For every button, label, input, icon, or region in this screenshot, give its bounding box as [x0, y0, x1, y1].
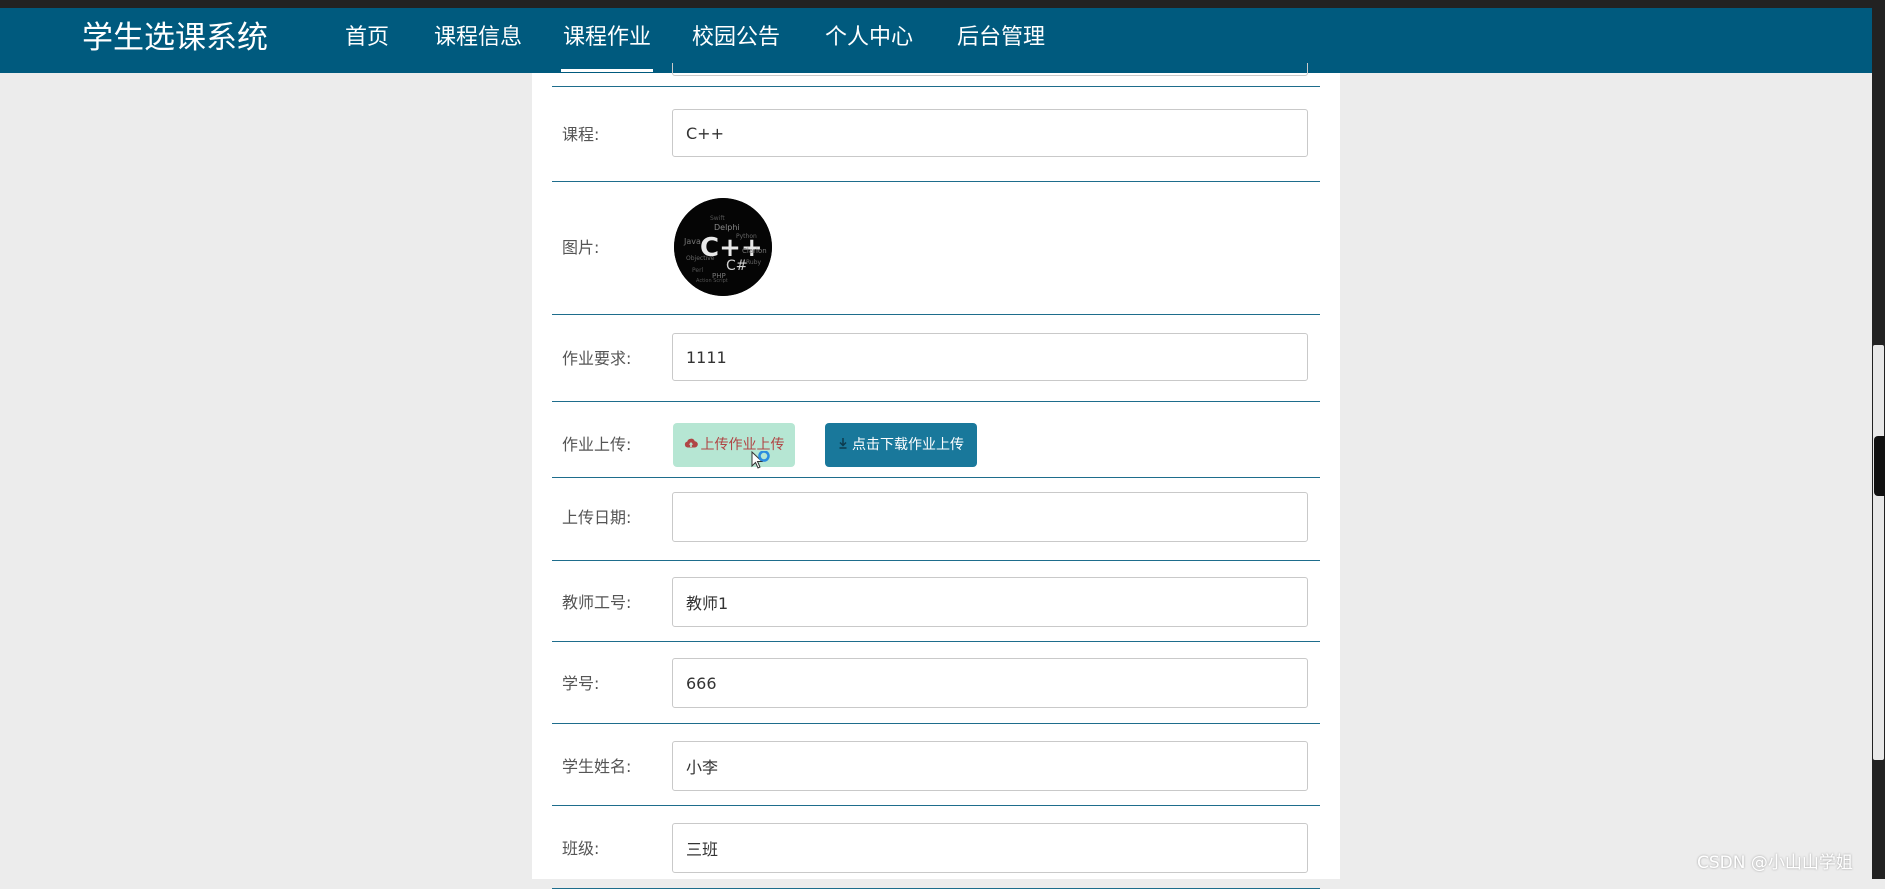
svg-text:Perl: Perl [692, 267, 704, 274]
teacher-id-input[interactable] [672, 577, 1308, 627]
nav-admin[interactable]: 后台管理 [957, 22, 1045, 54]
svg-text:C#: C# [726, 258, 748, 274]
upload-date-label: 上传日期: [562, 508, 632, 527]
svg-text:Swift: Swift [710, 215, 725, 222]
download-homework-button[interactable]: 点击下载作业上传 [825, 423, 977, 467]
scrollbar-thumb[interactable] [1873, 345, 1884, 760]
svg-text:Action Script: Action Script [696, 278, 728, 284]
student-id-input[interactable] [672, 658, 1308, 708]
window-top-strip [0, 0, 1885, 8]
watermark-text: CSDN @小山山学姐 [1697, 853, 1853, 873]
nav-personal-center[interactable]: 个人中心 [825, 22, 913, 54]
homework-form-panel: 课程: 图片: C++ C# Java Delphi Python Clario… [532, 63, 1340, 889]
download-icon [838, 423, 848, 467]
nav-course-homework[interactable]: 课程作业 [560, 22, 654, 72]
course-label: 课程: [562, 125, 600, 144]
form-row-upload: 作业上传: 上传作业上传 点击下载作业上传 [552, 402, 1320, 478]
svg-text:Clarion: Clarion [742, 247, 767, 255]
requirement-label: 作业要求: [562, 349, 632, 368]
course-image: C++ C# Java Delphi Python Clarion Ruby O… [674, 198, 772, 296]
cpp-logo-icon: C++ C# Java Delphi Python Clarion Ruby O… [674, 198, 772, 296]
student-id-label: 学号: [562, 674, 600, 693]
svg-text:Python: Python [736, 233, 757, 240]
brand-title: 学生选课系统 [82, 20, 268, 56]
svg-text:Ruby: Ruby [746, 259, 762, 266]
upload-date-input[interactable] [672, 492, 1308, 542]
mouse-cursor-icon [751, 450, 773, 479]
upload-label: 作业上传: [562, 435, 632, 454]
form-row-student-name: 学生姓名: [552, 724, 1320, 806]
requirement-input[interactable] [672, 333, 1308, 381]
svg-text:Java: Java [683, 237, 701, 246]
svg-text:Objective: Objective [686, 255, 715, 262]
class-input[interactable] [672, 823, 1308, 873]
form-row-class: 班级: [552, 806, 1320, 889]
form-row-image: 图片: C++ C# Java Delphi Python Clarion Ru… [552, 182, 1320, 315]
form-row-requirement: 作业要求: [552, 315, 1320, 402]
form-row-upload-date: 上传日期: [552, 478, 1320, 561]
class-label: 班级: [562, 839, 600, 858]
svg-text:Delphi: Delphi [714, 223, 740, 232]
nav-course-info[interactable]: 课程信息 [434, 22, 522, 54]
download-button-label: 点击下载作业上传 [852, 437, 964, 453]
teacher-id-label: 教师工号: [562, 593, 632, 612]
nav-campus-notice[interactable]: 校园公告 [692, 22, 780, 54]
student-name-input[interactable] [672, 741, 1308, 791]
previous-input-edge [672, 63, 1308, 76]
student-name-label: 学生姓名: [562, 757, 632, 776]
side-collapse-tab[interactable] [1874, 436, 1885, 496]
form-row-course: 课程: [552, 87, 1320, 182]
image-label: 图片: [562, 238, 600, 257]
course-input[interactable] [672, 109, 1308, 157]
cloud-upload-icon [684, 423, 698, 467]
upload-homework-button[interactable]: 上传作业上传 [673, 423, 795, 467]
nav-home[interactable]: 首页 [345, 22, 389, 54]
form-row-teacher-id: 教师工号: [552, 561, 1320, 642]
form-row-student-id: 学号: [552, 642, 1320, 724]
form-row-previous [552, 63, 1320, 87]
